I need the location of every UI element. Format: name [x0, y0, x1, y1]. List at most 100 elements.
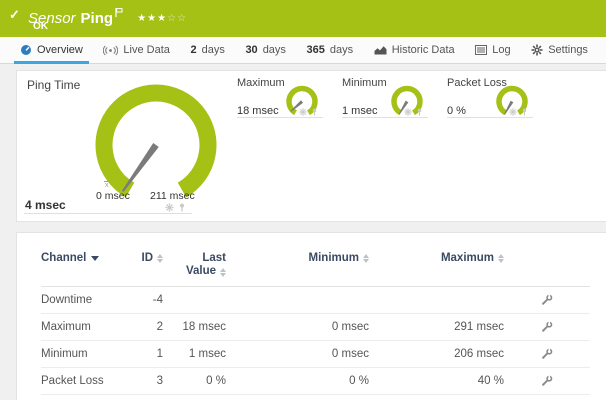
sort-icon	[498, 254, 504, 263]
channel-maximum: 40 %	[371, 375, 506, 387]
channel-name: Packet Loss	[41, 375, 141, 387]
column-header-maximum[interactable]: Maximum	[371, 252, 506, 264]
tab-overview-label: Overview	[37, 44, 83, 56]
tab-bar: Overview Live Data 2 days 30 days 365 da…	[0, 37, 606, 64]
tab-historic-data[interactable]: Historic Data	[368, 37, 461, 63]
gauge-maximum-value: 18 msec	[237, 105, 279, 117]
sensor-name: Ping	[81, 10, 114, 27]
gauge-minimum-title: Minimum	[342, 77, 387, 89]
channel-last-value: 0 %	[165, 375, 228, 387]
gauge-footer-divider	[24, 213, 192, 214]
column-header-last-value[interactable]: Last Value	[165, 252, 228, 278]
main-gauge-value: 4 msec	[25, 198, 66, 212]
gauge-pin-icon[interactable]	[178, 203, 186, 212]
gauge-settings-gear-icon[interactable]	[299, 108, 307, 116]
stars-empty[interactable]: ☆☆	[167, 13, 187, 24]
column-header-minimum[interactable]: Minimum	[228, 252, 371, 264]
log-icon	[475, 45, 487, 55]
table-header-row: Channel ID Last Value Minimum Maximum	[41, 233, 590, 286]
table-row: Ping Time 0 4 msec 0 msec 211 msec	[41, 394, 590, 400]
gauge-block-maximum: Maximum 18 msec	[237, 77, 323, 123]
tab-live-data-label: Live Data	[123, 44, 169, 56]
gauge-footer-divider	[342, 117, 428, 118]
tab-365-days[interactable]: 365 days	[301, 37, 360, 63]
channel-settings-wrench-icon[interactable]	[541, 321, 553, 333]
tab-2-days-label: days	[202, 44, 225, 56]
gauge-packet-loss-value: 0 %	[447, 105, 466, 117]
gauge-footer-divider	[237, 117, 323, 118]
channels-panel: Channel ID Last Value Minimum Maximum	[16, 232, 606, 400]
stars-filled[interactable]: ★★★	[137, 13, 167, 24]
channel-settings-wrench-icon[interactable]	[541, 294, 553, 306]
gauge-settings-gear-icon[interactable]	[165, 203, 174, 212]
tab-30-days-number: 30	[245, 44, 257, 56]
tab-settings[interactable]: Settings	[525, 37, 594, 63]
gauge-settings-gear-icon[interactable]	[509, 108, 517, 116]
channel-last-value: 1 msec	[165, 348, 228, 360]
gauge-scale-min: 0 msec	[96, 190, 130, 202]
channel-id: 1	[141, 348, 165, 360]
column-header-channel[interactable]: Channel	[41, 252, 141, 264]
channel-id: 3	[141, 375, 165, 387]
gauge-scale-max: 211 msec	[150, 190, 195, 202]
channel-settings-wrench-icon[interactable]	[541, 375, 553, 387]
sort-desc-icon	[91, 256, 99, 261]
live-data-icon	[103, 45, 118, 56]
column-header-id[interactable]: ID	[141, 252, 165, 264]
gauge-pin-icon[interactable]	[311, 108, 318, 116]
tab-settings-label: Settings	[548, 44, 588, 56]
channel-id: -4	[141, 294, 165, 306]
sort-icon	[363, 254, 369, 263]
gauge-footer-divider	[447, 117, 533, 118]
gauge-pin-icon[interactable]	[521, 108, 528, 116]
tab-2-days[interactable]: 2 days	[184, 37, 230, 63]
channel-minimum: 0 msec	[228, 321, 371, 333]
tab-2-days-number: 2	[190, 44, 196, 56]
gauge-settings-gear-icon[interactable]	[404, 108, 412, 116]
prtg-sensor-page: ✓ SensorPing ★★★☆☆ OK Overview Live Data…	[0, 0, 606, 400]
gauge-pin-icon[interactable]	[416, 108, 423, 116]
tab-365-days-number: 365	[307, 44, 325, 56]
channel-name: Downtime	[41, 294, 141, 306]
tab-30-days-label: days	[263, 44, 286, 56]
table-body: Downtime -4 Maximum 2 18 msec 0 msec 291…	[41, 286, 590, 400]
historic-data-icon	[374, 45, 387, 55]
tab-historic-data-label: Historic Data	[392, 44, 455, 56]
channel-id: 2	[141, 321, 165, 333]
tab-30-days[interactable]: 30 days	[239, 37, 292, 63]
main-gauge-title: Ping Time	[27, 78, 80, 92]
status-badge: OK	[33, 21, 48, 32]
gauge-icon	[20, 44, 32, 56]
tab-live-data[interactable]: Live Data	[97, 37, 175, 63]
status-check-icon: ✓	[9, 7, 20, 23]
channel-minimum: 0 %	[228, 375, 371, 387]
channel-maximum: 206 msec	[371, 348, 506, 360]
flag-icon[interactable]	[115, 4, 123, 21]
priority-stars[interactable]: ★★★☆☆	[137, 13, 187, 24]
channel-minimum: 0 msec	[228, 348, 371, 360]
gauge-needle	[120, 143, 159, 193]
sort-icon	[220, 268, 226, 277]
active-tab-underline	[14, 61, 89, 64]
sensor-title: SensorPing ★★★☆☆	[28, 4, 187, 27]
channel-maximum: 291 msec	[371, 321, 506, 333]
channel-last-value: 18 msec	[165, 321, 228, 333]
gauge-minimum-value: 1 msec	[342, 105, 377, 117]
tab-365-days-label: days	[330, 44, 353, 56]
table-row: Maximum 2 18 msec 0 msec 291 msec	[41, 313, 590, 340]
channel-name: Minimum	[41, 348, 141, 360]
table-row: Packet Loss 3 0 % 0 % 40 %	[41, 367, 590, 394]
gauges-panel: Ping Time x 0 msec 211 msec 4 msec Maxim…	[16, 70, 606, 222]
channel-table: Channel ID Last Value Minimum Maximum	[41, 233, 590, 400]
sort-icon	[157, 254, 163, 263]
table-row: Downtime -4	[41, 286, 590, 313]
channel-settings-wrench-icon[interactable]	[541, 348, 553, 360]
tab-overview[interactable]: Overview	[14, 37, 89, 63]
table-row: Minimum 1 1 msec 0 msec 206 msec	[41, 340, 590, 367]
gauge-block-minimum: Minimum 1 msec	[342, 77, 428, 123]
gauge-limit-marker-icon: x	[104, 181, 110, 189]
gauge-maximum-title: Maximum	[237, 77, 285, 89]
channel-name: Maximum	[41, 321, 141, 333]
tab-log[interactable]: Log	[469, 37, 516, 63]
gear-icon	[531, 44, 543, 56]
